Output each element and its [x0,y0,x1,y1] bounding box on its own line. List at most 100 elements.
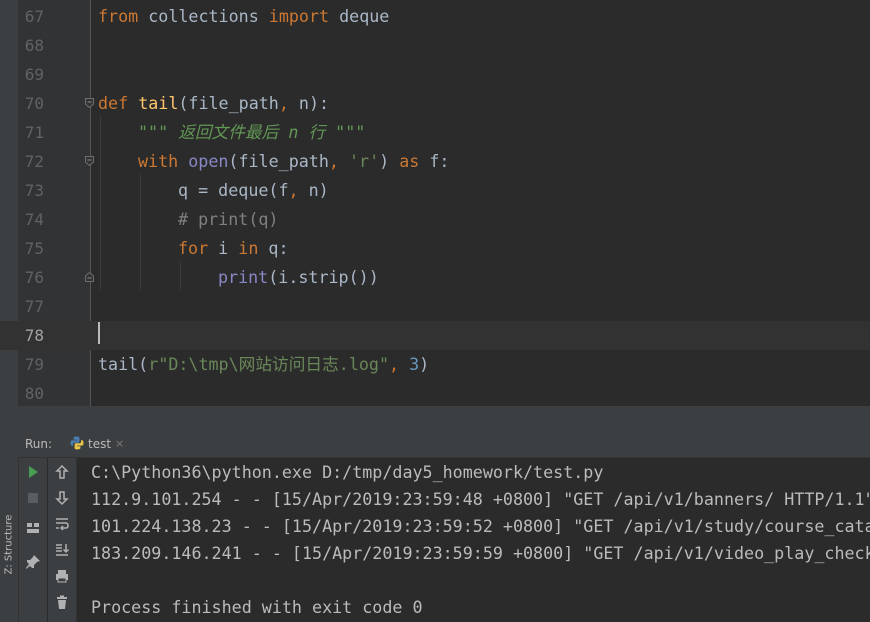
layout-icon[interactable] [25,520,41,536]
comment: # print(q) [178,209,279,229]
code-text: """ 返回文件最后 n 行 """ [138,118,365,147]
code-line: 68 [0,31,870,60]
text-caret [98,322,100,344]
arrow-up-icon[interactable] [54,464,70,480]
pin-icon[interactable] [25,554,41,570]
scroll-to-end-icon[interactable] [54,542,70,558]
code-line: 72 with open(file_path, 'r') as f: [0,147,870,176]
line-number: 74 [24,210,44,229]
code-token: tail( [98,354,149,374]
code-text: q = deque(f, n) [178,176,329,205]
console-line: C:\Python36\python.exe D:/tmp/day5_homew… [91,462,604,482]
run-toolbar-secondary [48,458,77,622]
console-line: 112.9.101.254 - - [15/Apr/2019:23:59:48 … [91,489,870,509]
string-literal: r"D:\tmp\网站访问日志.log" [148,354,390,374]
code-editor[interactable]: 67 from collections import deque 68 69 7… [0,0,870,406]
code-line: 80 [0,379,870,406]
line-number: 70 [24,94,44,113]
line-number: 71 [24,123,44,142]
line-number: 77 [24,297,44,316]
code-text: # print(q) [178,205,278,234]
code-token: q: [258,238,289,258]
print-icon[interactable] [54,568,70,584]
code-line: 67 from collections import deque [0,2,870,31]
run-tab-label: test [88,437,112,451]
close-tab-icon[interactable]: × [115,431,124,457]
code-token: n) [298,180,329,200]
code-line: 76 print(i.strip()) [0,263,870,292]
code-token: (file_path [178,93,279,113]
run-panel-header: Run: test × [18,431,870,458]
number-literal: 3 [409,354,420,374]
code-token: ) [379,151,400,171]
code-line: 74 # print(q) [0,205,870,234]
keyword: import [268,6,330,26]
panel-splitter[interactable] [0,406,870,431]
console-line: 101.224.138.23 - - [15/Apr/2019:23:59:52… [91,516,870,536]
code-text: tail(r"D:\tmp\网站访问日志.log", 3) [98,350,429,379]
console-line: Process finished with exit code 0 [91,597,423,617]
keyword: as [399,151,420,171]
line-number: 73 [24,181,44,200]
code-text: with open(file_path, 'r') as f: [138,147,449,176]
builtin: open [188,151,229,171]
code-text: for i in q: [178,234,289,263]
punctuation: , [278,93,289,113]
builtin: print [218,267,269,287]
soft-wrap-icon[interactable] [54,516,70,532]
structure-tool-label[interactable]: Z: Structure [4,509,15,575]
code-line: 75 for i in q: [0,234,870,263]
line-number: 76 [24,268,44,287]
code-token: i [208,238,239,258]
code-line: 79 tail(r"D:\tmp\网站访问日志.log", 3) [0,350,870,379]
code-token: collections [138,6,269,26]
code-token: (i.strip()) [268,267,379,287]
keyword: from [98,6,139,26]
fold-collapse-icon[interactable] [85,98,94,108]
fold-collapse-icon[interactable] [85,156,94,166]
punctuation: , [328,151,339,171]
arrow-down-icon[interactable] [54,490,70,506]
structure-tool-strip[interactable]: Z: Structure [0,431,19,622]
line-number: 72 [24,152,44,171]
line-number: 80 [24,384,44,403]
code-line: 69 [0,60,870,89]
stop-icon[interactable] [25,490,41,506]
console-line: 183.209.146.241 - - [15/Apr/2019:23:59:5… [91,543,870,563]
code-token: n): [288,93,330,113]
keyword: def [98,93,129,113]
punctuation: , [288,180,299,200]
code-line: 70 def tail(file_path, n): [0,89,870,118]
trash-icon[interactable] [54,594,70,610]
code-line: 71 """ 返回文件最后 n 行 """ [0,118,870,147]
line-number: 68 [24,36,44,55]
rerun-icon[interactable] [25,464,41,480]
keyword: for [178,238,209,258]
code-line: 77 [0,292,870,321]
line-number: 75 [24,239,44,258]
docstring: """ 返回文件最后 n 行 """ [138,122,366,142]
code-line: 73 q = deque(f, n) [0,176,870,205]
run-label: Run: [25,437,53,451]
run-toolbar-primary [19,458,47,622]
code-token: (file_path [228,151,329,171]
line-number: 78 [24,326,44,345]
code-text: from collections import deque [98,2,389,31]
line-number: 69 [24,65,44,84]
keyword: with [138,151,179,171]
console-output[interactable]: C:\Python36\python.exe D:/tmp/day5_homew… [77,458,870,622]
code-text: print(i.strip()) [218,263,379,292]
fold-end-icon[interactable] [85,272,94,282]
code-token: q = deque(f [178,180,289,200]
function-name: tail [138,93,179,113]
code-text: def tail(file_path, n): [98,89,329,118]
code-token: f: [419,151,450,171]
code-token: ) [419,354,430,374]
keyword: in [238,238,259,258]
code-token: deque [329,6,390,26]
string-literal: 'r' [348,151,380,171]
